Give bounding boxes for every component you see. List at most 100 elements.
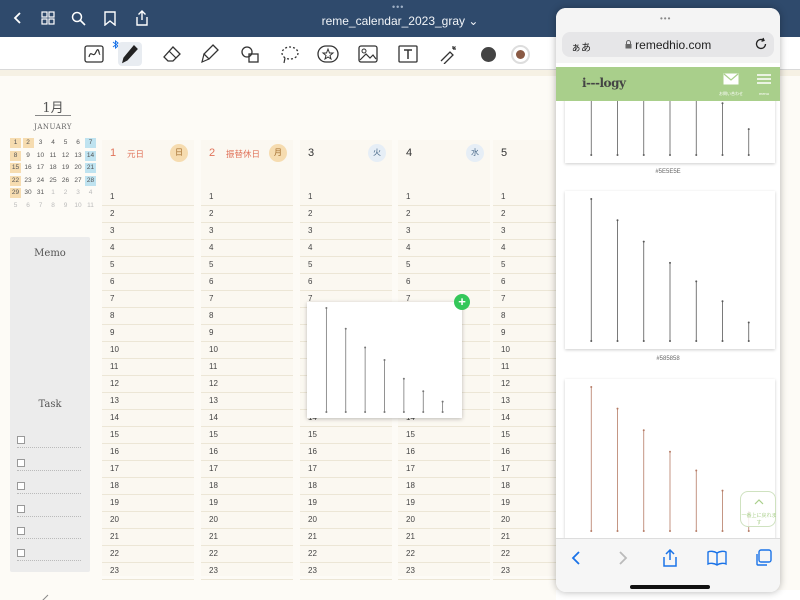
hour-slot[interactable]: 23 — [300, 563, 392, 580]
hour-slot[interactable]: 12 — [493, 376, 556, 393]
safari-slide-over[interactable]: ••• ぁあ remedhio.com i---logy お問い合わせ menu… — [556, 8, 780, 592]
mini-calendar-day[interactable]: 18 — [48, 163, 59, 173]
hour-slot[interactable]: 19 — [493, 495, 556, 512]
hour-slot[interactable]: 15 — [102, 427, 194, 444]
hour-slot[interactable]: 7 — [102, 291, 194, 308]
mini-calendar-day[interactable]: 11 — [85, 201, 96, 211]
hour-slot[interactable]: 5 — [201, 257, 293, 274]
mini-calendar-day[interactable]: 13 — [73, 151, 84, 161]
hour-slot[interactable]: 13 — [102, 393, 194, 410]
hour-slot[interactable]: 21 — [493, 529, 556, 546]
hour-slot[interactable]: 14 — [102, 410, 194, 427]
mini-calendar-day[interactable]: 15 — [10, 163, 21, 173]
mini-calendar-day[interactable]: 9 — [23, 151, 34, 161]
mini-calendar-day[interactable]: 29 — [10, 188, 21, 198]
hour-slot[interactable]: 19 — [102, 495, 194, 512]
hour-slot[interactable]: 21 — [102, 529, 194, 546]
hour-slot[interactable]: 23 — [398, 563, 490, 580]
hour-slot[interactable]: 19 — [398, 495, 490, 512]
hour-slot[interactable]: 16 — [398, 444, 490, 461]
back-to-top-button[interactable]: 一番上に戻れます — [740, 491, 777, 527]
hour-slot[interactable]: 23 — [201, 563, 293, 580]
hour-slot[interactable]: 20 — [102, 512, 194, 529]
menu-button[interactable]: menu — [754, 72, 774, 96]
hour-slot[interactable]: 2 — [300, 206, 392, 223]
reload-icon[interactable] — [754, 37, 768, 51]
hour-slot[interactable]: 6 — [201, 274, 293, 291]
mini-calendar-day[interactable]: 5 — [10, 201, 21, 211]
mini-calendar-day[interactable]: 8 — [48, 201, 59, 211]
hour-slot[interactable]: 9 — [102, 325, 194, 342]
hour-slot[interactable]: 4 — [493, 240, 556, 257]
tabs-overview-icon[interactable] — [752, 547, 774, 569]
mini-calendar-day[interactable]: 28 — [85, 175, 96, 186]
bookmarks-book-icon[interactable] — [706, 547, 728, 569]
mini-calendar-day[interactable]: 25 — [48, 176, 59, 186]
chevron-down-icon[interactable]: ⌄ — [468, 14, 478, 28]
hour-slot[interactable]: 2 — [102, 206, 194, 223]
mini-calendar-day[interactable]: 16 — [23, 163, 34, 173]
hour-slot[interactable]: 17 — [201, 461, 293, 478]
hour-slot[interactable]: 5 — [300, 257, 392, 274]
color-swatch-card[interactable] — [565, 101, 775, 163]
mini-calendar-day[interactable]: 30 — [23, 188, 34, 198]
hour-slot[interactable]: 20 — [398, 512, 490, 529]
pasted-image-snippet[interactable] — [307, 302, 462, 418]
hour-slot[interactable]: 22 — [300, 546, 392, 563]
hour-slot[interactable]: 6 — [398, 274, 490, 291]
handwriting-mode-icon[interactable] — [82, 42, 106, 66]
hour-slot[interactable]: 7 — [201, 291, 293, 308]
hour-slot[interactable]: 9 — [493, 325, 556, 342]
swatch-list[interactable]: #5E5E5E#585858#B57B65 — [556, 101, 780, 546]
color-swatch-dark[interactable] — [476, 42, 500, 66]
hour-slot[interactable]: 11 — [201, 359, 293, 376]
hour-slot[interactable]: 23 — [493, 563, 556, 580]
hour-slot[interactable]: 8 — [102, 308, 194, 325]
add-to-page-badge[interactable]: + — [454, 294, 470, 310]
task-item[interactable] — [17, 525, 81, 539]
hour-slot[interactable]: 5 — [493, 257, 556, 274]
hour-slot[interactable]: 17 — [300, 461, 392, 478]
hour-slot[interactable]: 7 — [493, 291, 556, 308]
mini-calendar-day[interactable]: 10 — [35, 151, 46, 161]
task-checkbox[interactable] — [17, 436, 25, 444]
mini-calendar-day[interactable]: 14 — [85, 150, 96, 161]
task-item[interactable] — [17, 480, 81, 494]
mini-calendar-day[interactable]: 7 — [85, 138, 96, 148]
site-logo[interactable]: i---logy — [582, 76, 626, 90]
hour-slot[interactable]: 15 — [493, 427, 556, 444]
hour-slot[interactable]: 1 — [102, 189, 194, 206]
hour-slot[interactable]: 16 — [102, 444, 194, 461]
hour-slot[interactable]: 10 — [201, 342, 293, 359]
mini-calendar-day[interactable]: 10 — [73, 201, 84, 211]
mini-calendar-day[interactable]: 19 — [60, 163, 71, 173]
hour-slot[interactable]: 11 — [102, 359, 194, 376]
mini-calendar-day[interactable]: 3 — [35, 138, 46, 148]
hour-slot[interactable]: 23 — [102, 563, 194, 580]
hour-slot[interactable]: 8 — [493, 308, 556, 325]
hour-slot[interactable]: 4 — [398, 240, 490, 257]
hour-slot[interactable]: 3 — [300, 223, 392, 240]
day-column[interactable]: 1 元日日 1 2 3 4 5 6 7 8 9 10 11 12 13 14 15 16 17 18 19 20 21 22 2… — [102, 140, 194, 580]
hour-slot[interactable]: 18 — [398, 478, 490, 495]
hour-slot[interactable]: 13 — [493, 393, 556, 410]
day-column[interactable]: 2 振替休日月 1 2 3 4 5 6 7 8 9 10 11 12 13 14 15 16 17 18 19 20 21 2… — [201, 140, 293, 580]
browser-share-icon[interactable] — [659, 547, 681, 569]
mini-calendar-day[interactable]: 11 — [48, 151, 59, 161]
hour-slot[interactable]: 19 — [201, 495, 293, 512]
hour-slot[interactable]: 3 — [493, 223, 556, 240]
mini-calendar-day[interactable]: 24 — [35, 176, 46, 186]
hour-slot[interactable]: 14 — [493, 410, 556, 427]
image-icon[interactable] — [356, 42, 380, 66]
task-checkbox[interactable] — [17, 482, 25, 490]
task-checkbox[interactable] — [17, 459, 25, 467]
hour-slot[interactable]: 18 — [201, 478, 293, 495]
hour-slot[interactable]: 21 — [398, 529, 490, 546]
hour-slot[interactable]: 11 — [493, 359, 556, 376]
hour-slot[interactable]: 18 — [493, 478, 556, 495]
hour-slot[interactable]: 20 — [300, 512, 392, 529]
home-indicator[interactable] — [630, 585, 710, 589]
mini-calendar-day[interactable]: 23 — [23, 176, 34, 186]
hour-slot[interactable]: 15 — [300, 427, 392, 444]
mini-calendar-day[interactable]: 6 — [73, 138, 84, 148]
